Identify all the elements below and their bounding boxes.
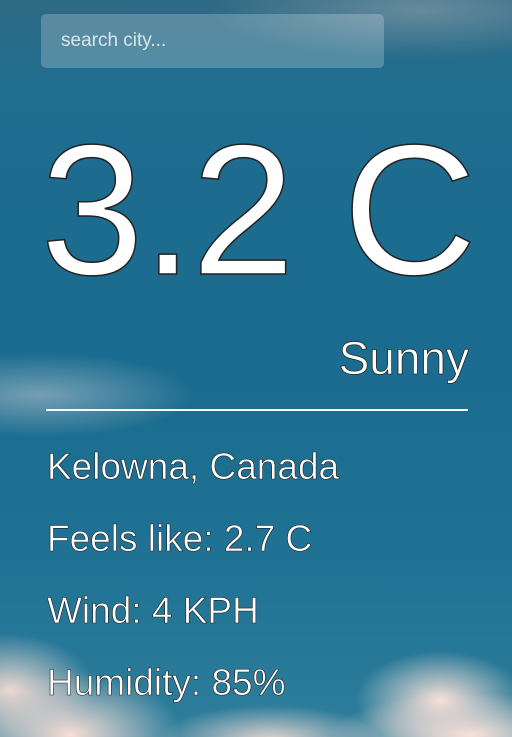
search-bar <box>41 14 384 68</box>
divider <box>46 409 468 411</box>
search-input[interactable] <box>41 14 384 68</box>
feels-like-value: Feels like: 2.7 C <box>47 518 313 560</box>
temperature-display: 3.2 C <box>40 107 478 314</box>
weather-condition: Sunny <box>338 332 469 385</box>
humidity-value: Humidity: 85% <box>47 662 286 704</box>
location-label: Kelowna, Canada <box>47 446 340 488</box>
wind-value: Wind: 4 KPH <box>47 590 259 632</box>
